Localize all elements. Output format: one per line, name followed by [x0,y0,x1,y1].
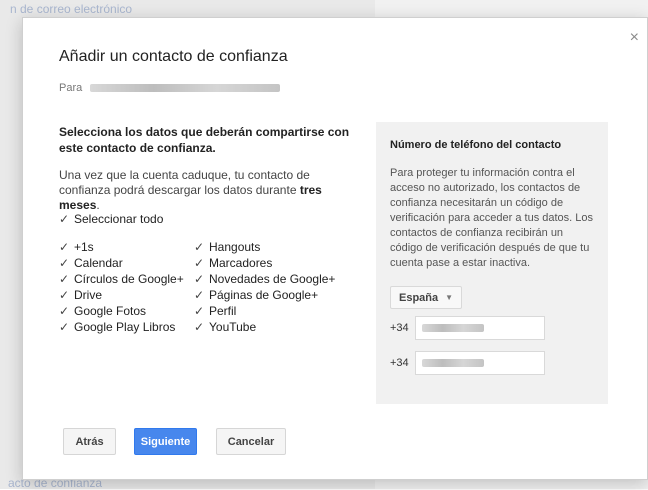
checkmark-icon: ✓ [194,239,205,254]
chevron-down-icon: ▼ [445,293,454,302]
checkmark-icon: ✓ [59,319,70,334]
cancel-button[interactable]: Cancelar [216,428,286,455]
services-left-column: ✓ +1s ✓ Calendar ✓ Círculos de Google+ ✓ Dri… [59,239,184,335]
select-all-checkbox[interactable]: ✓ Seleccionar todo [59,211,163,226]
service-checkbox[interactable]: ✓ Google Fotos [59,303,184,318]
info-text: Una vez que la cuenta caduque, tu contac… [59,168,310,197]
checkmark-icon: ✓ [194,255,205,270]
phone-number-redacted [421,324,484,332]
country-dropdown[interactable]: España ▼ [390,286,463,309]
checkmark-icon: ✓ [194,271,205,286]
service-checkbox[interactable]: ✓ Círculos de Google+ [59,271,184,286]
checkmark-icon: ✓ [59,211,70,226]
service-label: Marcadores [209,255,273,270]
checkmark-icon: ✓ [59,255,70,270]
country-code-2: +34 [390,357,409,369]
services-right-column: ✓ Hangouts ✓ Marcadores ✓ Novedades de Goog… [194,239,335,335]
checkmark-icon: ✓ [59,271,70,286]
service-label: Páginas de Google+ [209,287,319,302]
checkmark-icon: ✓ [194,287,205,302]
select-all-label: Seleccionar todo [74,211,164,226]
to-label: Para [59,82,83,94]
service-label: Calendar [74,255,123,270]
service-checkbox[interactable]: ✓ Novedades de Google+ [194,271,335,286]
country-code-1: +34 [390,322,409,334]
checkmark-icon: ✓ [194,303,205,318]
service-checkbox[interactable]: ✓ Páginas de Google+ [194,287,335,302]
phone-panel-description: Para proteger tu información contra el a… [390,167,594,269]
phone-input-2[interactable] [414,351,545,375]
checkmark-icon: ✓ [59,287,70,302]
service-checkbox[interactable]: ✓ Drive [59,287,184,302]
recipient-redacted [90,84,281,92]
service-label: Perfil [209,303,237,318]
service-label: Google Fotos [74,303,147,318]
service-label: Novedades de Google+ [209,271,336,286]
service-checkbox[interactable]: ✓ Calendar [59,255,184,270]
service-checkbox[interactable]: ✓ Google Play Libros [59,319,184,334]
checkmark-icon: ✓ [59,303,70,318]
service-checkbox[interactable]: ✓ Marcadores [194,255,335,270]
recipient-row: Para [59,82,281,94]
service-label: Círculos de Google+ [74,271,184,286]
phone-input-1[interactable] [414,316,545,340]
service-label: Google Play Libros [74,319,176,334]
info-suffix: . [96,198,100,212]
checkmark-icon: ✓ [194,319,205,334]
phone-row-1: +34 [390,316,545,340]
service-label: Hangouts [209,239,261,254]
phone-number-panel: Número de teléfono del contacto Para pro… [376,122,608,404]
expiry-info: Una vez que la cuenta caduque, tu contac… [59,168,359,213]
next-button[interactable]: Siguiente [134,428,197,455]
add-trusted-contact-dialog: × Añadir un contacto de confianza Para S… [22,17,648,480]
close-icon[interactable]: × [630,30,639,46]
dialog-title: Añadir un contacto de confianza [59,48,288,65]
background-top-link: n de correo electrónico [10,2,133,16]
phone-row-2: +34 [390,351,545,375]
service-checkbox[interactable]: ✓ YouTube [194,319,335,334]
service-checkbox[interactable]: ✓ Hangouts [194,239,335,254]
service-label: Drive [74,287,103,302]
phone-panel-title: Número de teléfono del contacto [390,139,562,151]
phone-number-redacted [421,359,484,367]
service-checkbox[interactable]: ✓ Perfil [194,303,335,318]
back-button[interactable]: Atrás [63,428,116,455]
checkmark-icon: ✓ [59,239,70,254]
service-label: +1s [74,239,94,254]
select-data-heading: Selecciona los datos que deberán compart… [59,125,350,155]
service-label: YouTube [209,319,257,334]
country-label: España [399,291,439,304]
service-checkbox[interactable]: ✓ +1s [59,239,184,254]
